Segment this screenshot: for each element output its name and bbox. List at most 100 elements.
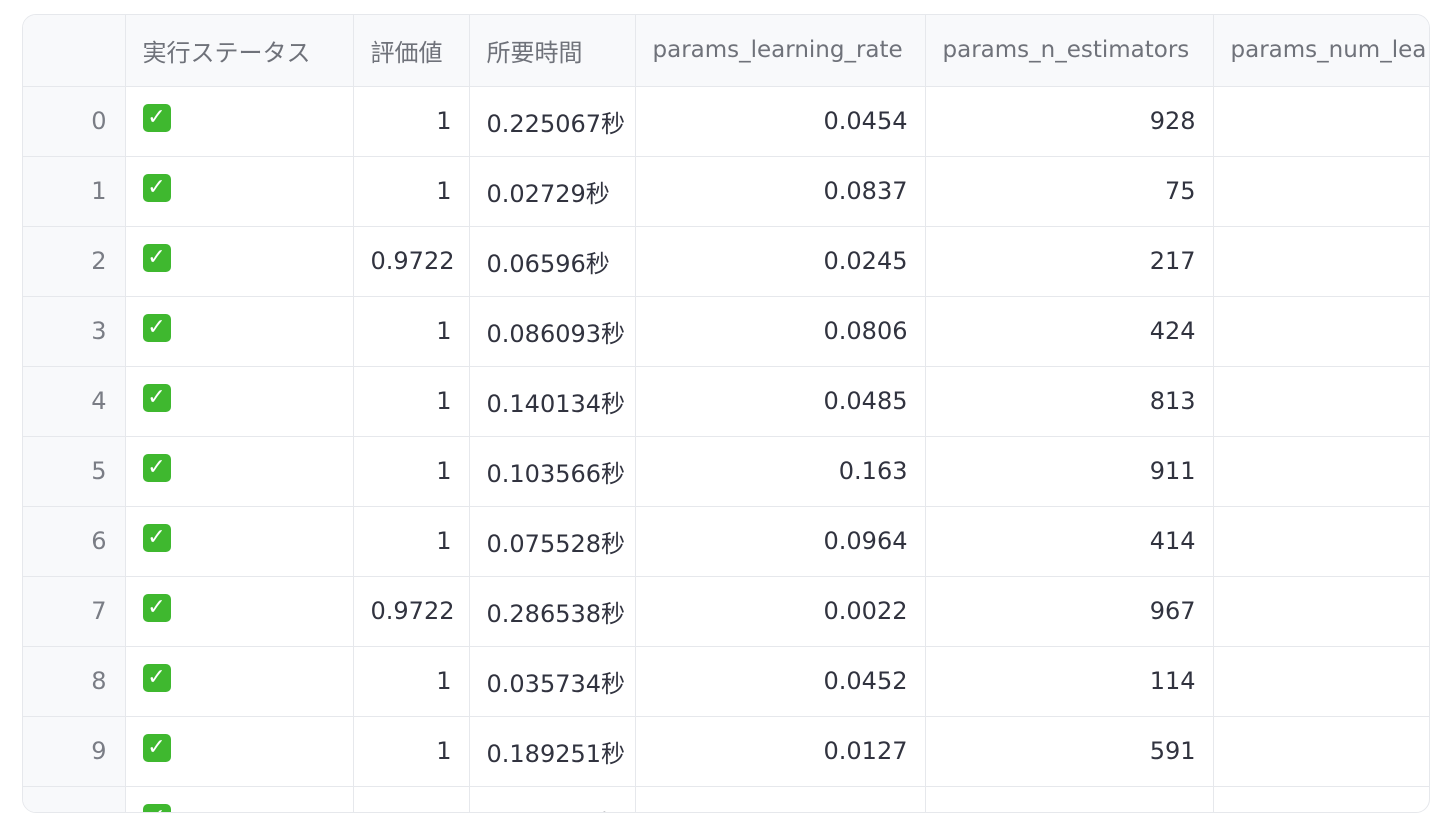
score-cell[interactable]: 0.9722	[353, 576, 470, 647]
duration-cell[interactable]: 0.086093秒	[469, 296, 636, 367]
num-leaves-cell[interactable]	[1213, 576, 1429, 647]
score-cell[interactable]: 1	[353, 506, 470, 577]
row-index-cell[interactable]: 8	[23, 646, 126, 717]
learning-rate-cell[interactable]: 0.0485	[635, 366, 926, 437]
score-cell[interactable]: 1	[353, 716, 470, 787]
status-cell[interactable]: ✓	[125, 366, 354, 437]
white-check-mark-icon: ✓	[142, 664, 171, 692]
column-header-num-leaves[interactable]: params_num_lea	[1213, 15, 1429, 87]
duration-cell[interactable]: 0.189251秒	[469, 716, 636, 787]
white-check-mark-icon: ✓	[142, 314, 171, 342]
num-leaves-cell[interactable]	[1213, 86, 1429, 157]
duration-cell[interactable]: 0.140134秒	[469, 366, 636, 437]
duration-cell[interactable]: 0.035734秒	[469, 646, 636, 717]
learning-rate-cell[interactable]: 0.0127	[635, 716, 926, 787]
column-header-duration[interactable]: 所要時間	[469, 15, 636, 87]
learning-rate-cell[interactable]: 0.0806	[635, 296, 926, 367]
score-cell[interactable]: 1	[353, 436, 470, 507]
row-index-cell[interactable]: 2	[23, 226, 126, 297]
score-cell[interactable]: 0.9722	[353, 226, 470, 297]
status-cell[interactable]: ✓	[125, 786, 354, 812]
num-leaves-cell[interactable]	[1213, 296, 1429, 367]
row-index-cell[interactable]: 6	[23, 506, 126, 577]
duration-cell[interactable]: 0.06596秒	[469, 226, 636, 297]
row-index-cell[interactable]	[23, 786, 126, 812]
learning-rate-cell[interactable]: 0.163	[635, 436, 926, 507]
status-cell[interactable]: ✓	[125, 156, 354, 227]
row-index-cell[interactable]: 1	[23, 156, 126, 227]
white-check-mark-icon: ✓	[142, 734, 171, 762]
white-check-mark-icon: ✓	[142, 524, 171, 552]
column-header-learning-rate[interactable]: params_learning_rate	[635, 15, 926, 87]
column-header-n-estimators[interactable]: params_n_estimators	[925, 15, 1214, 87]
row-index-cell[interactable]: 9	[23, 716, 126, 787]
n-estimators-cell[interactable]	[925, 786, 1214, 812]
status-cell[interactable]: ✓	[125, 226, 354, 297]
table-row: 6 ✓ 1 0.075528秒 0.0964 414	[23, 506, 1429, 577]
score-cell[interactable]: 1	[353, 646, 470, 717]
column-header-score[interactable]: 評価値	[353, 15, 470, 87]
status-cell[interactable]: ✓	[125, 506, 354, 577]
white-check-mark-icon: ✓	[142, 174, 171, 202]
column-header-status[interactable]: 実行ステータス	[125, 15, 354, 87]
status-cell[interactable]: ✓	[125, 436, 354, 507]
score-cell[interactable]: 1	[353, 296, 470, 367]
duration-cell[interactable]: 0.225067秒	[469, 86, 636, 157]
row-index-cell[interactable]: 7	[23, 576, 126, 647]
duration-cell[interactable]: 0.103566秒	[469, 436, 636, 507]
score-cell[interactable]: 1	[353, 366, 470, 437]
n-estimators-cell[interactable]: 967	[925, 576, 1214, 647]
learning-rate-cell[interactable]	[635, 786, 926, 812]
num-leaves-cell[interactable]	[1213, 786, 1429, 812]
status-cell[interactable]: ✓	[125, 296, 354, 367]
status-cell[interactable]: ✓	[125, 576, 354, 647]
n-estimators-cell[interactable]: 414	[925, 506, 1214, 577]
duration-cell[interactable]: 0.02729秒	[469, 156, 636, 227]
duration-cell[interactable]: 0.286538秒	[469, 576, 636, 647]
dataframe-table-container[interactable]: 実行ステータス 評価値 所要時間 params_learning_rate pa…	[22, 14, 1430, 813]
status-cell[interactable]: ✓	[125, 86, 354, 157]
status-cell[interactable]: ✓	[125, 646, 354, 717]
n-estimators-cell[interactable]: 928	[925, 86, 1214, 157]
num-leaves-cell[interactable]	[1213, 366, 1429, 437]
num-leaves-cell[interactable]	[1213, 436, 1429, 507]
n-estimators-cell[interactable]: 75	[925, 156, 1214, 227]
num-leaves-cell[interactable]	[1213, 646, 1429, 717]
row-index-cell[interactable]: 4	[23, 366, 126, 437]
score-cell[interactable]: 1	[353, 86, 470, 157]
n-estimators-cell[interactable]: 911	[925, 436, 1214, 507]
row-index-cell[interactable]: 0	[23, 86, 126, 157]
row-index-cell[interactable]: 5	[23, 436, 126, 507]
white-check-mark-icon: ✓	[142, 454, 171, 482]
white-check-mark-icon: ✓	[142, 594, 171, 622]
score-cell[interactable]: 1	[353, 156, 470, 227]
num-leaves-cell[interactable]	[1213, 506, 1429, 577]
num-leaves-cell[interactable]	[1213, 226, 1429, 297]
table-row: 8 ✓ 1 0.035734秒 0.0452 114	[23, 646, 1429, 717]
learning-rate-cell[interactable]: 0.0452	[635, 646, 926, 717]
num-leaves-cell[interactable]	[1213, 156, 1429, 227]
table-body: 0 ✓ 1 0.225067秒 0.0454 928 1 ✓ 1 0.02729秒 0.0837 75…	[23, 86, 1429, 812]
learning-rate-cell[interactable]: 0.0022	[635, 576, 926, 647]
learning-rate-cell[interactable]: 0.0245	[635, 226, 926, 297]
n-estimators-cell[interactable]: 217	[925, 226, 1214, 297]
n-estimators-cell[interactable]: 424	[925, 296, 1214, 367]
column-header-index[interactable]	[23, 15, 126, 87]
table-row: 5 ✓ 1 0.103566秒 0.163 911	[23, 436, 1429, 507]
duration-cell[interactable]: 0.075528秒	[469, 506, 636, 577]
num-leaves-cell[interactable]	[1213, 716, 1429, 787]
learning-rate-cell[interactable]: 0.0964	[635, 506, 926, 577]
trials-table: 実行ステータス 評価値 所要時間 params_learning_rate pa…	[23, 15, 1429, 812]
learning-rate-cell[interactable]: 0.0454	[635, 86, 926, 157]
score-cell[interactable]	[353, 786, 470, 812]
n-estimators-cell[interactable]: 114	[925, 646, 1214, 717]
row-index-cell[interactable]: 3	[23, 296, 126, 367]
table-header-row: 実行ステータス 評価値 所要時間 params_learning_rate pa…	[23, 15, 1429, 87]
n-estimators-cell[interactable]: 591	[925, 716, 1214, 787]
status-cell[interactable]: ✓	[125, 716, 354, 787]
duration-cell[interactable]: 0.0?????秒	[469, 786, 636, 812]
table-row: 3 ✓ 1 0.086093秒 0.0806 424	[23, 296, 1429, 367]
n-estimators-cell[interactable]: 813	[925, 366, 1214, 437]
table-row: 4 ✓ 1 0.140134秒 0.0485 813	[23, 366, 1429, 437]
learning-rate-cell[interactable]: 0.0837	[635, 156, 926, 227]
